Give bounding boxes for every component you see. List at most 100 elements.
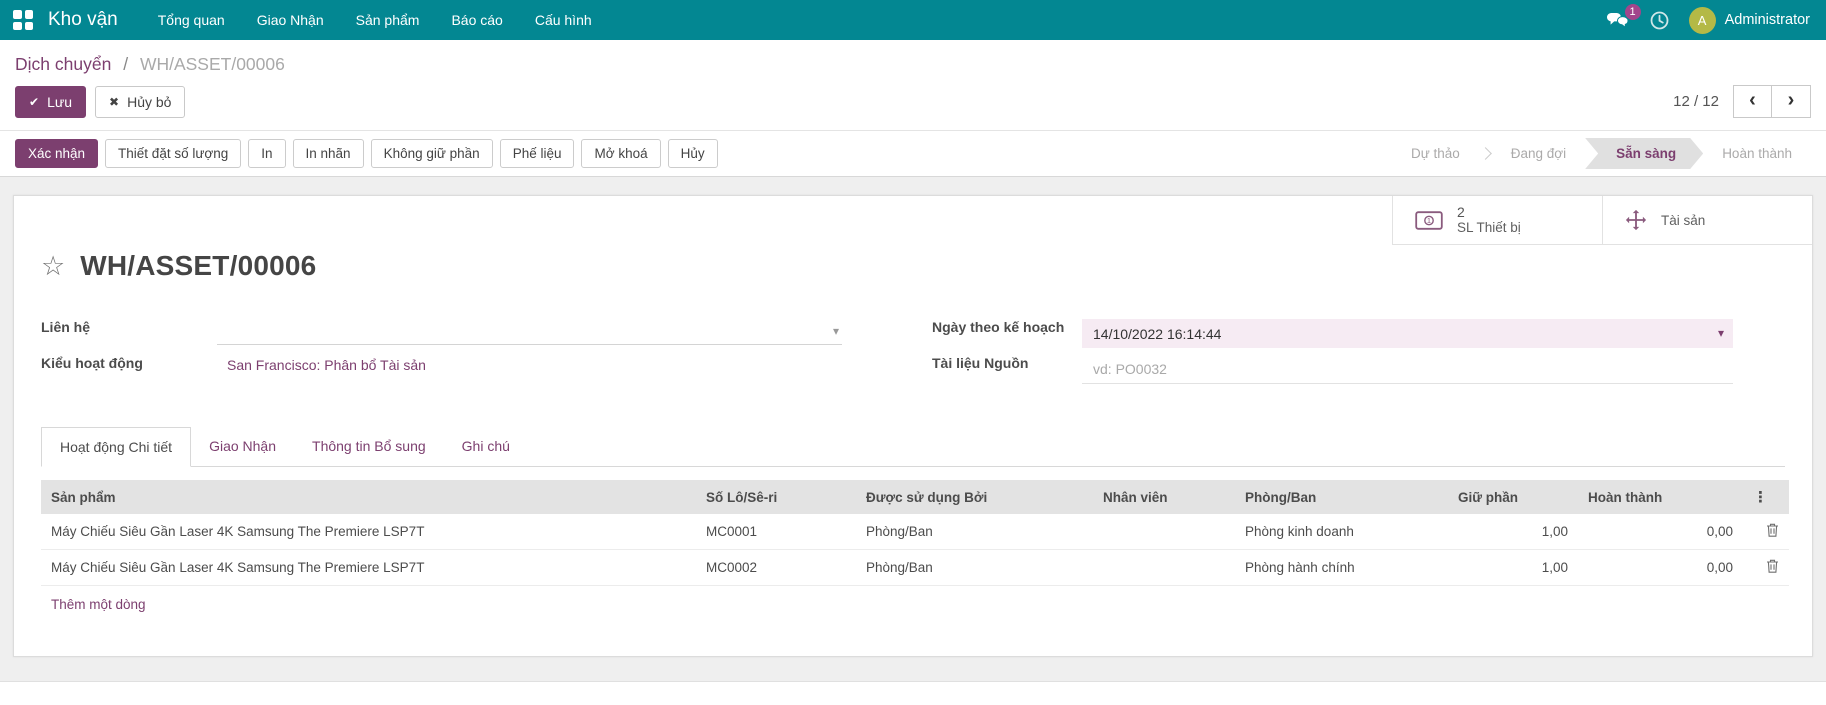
tab-transfers[interactable]: Giao Nhận bbox=[191, 427, 294, 467]
unreserve-button[interactable]: Không giữ phần bbox=[371, 139, 493, 168]
activities-button[interactable] bbox=[1650, 11, 1669, 30]
user-menu[interactable]: A Administrator bbox=[1689, 7, 1810, 34]
scheduled-date-input[interactable]: 14/10/2022 16:14:44 ▾ bbox=[1082, 319, 1733, 348]
cell-employee bbox=[1093, 514, 1235, 550]
menu-item-products[interactable]: Sản phẩm bbox=[340, 0, 436, 40]
source-document-placeholder: vd: PO0032 bbox=[1093, 361, 1167, 377]
menu-item-config[interactable]: Cấu hình bbox=[519, 0, 608, 40]
chevron-separator-icon bbox=[1479, 147, 1492, 160]
pager-previous-button[interactable]: ‹ bbox=[1733, 85, 1772, 118]
source-document-input[interactable]: vd: PO0032 bbox=[1082, 355, 1733, 384]
col-header-used-by[interactable]: Được sử dụng Bởi bbox=[856, 480, 1093, 514]
app-name[interactable]: Kho vận bbox=[48, 9, 118, 31]
state-done[interactable]: Hoàn thành bbox=[1703, 138, 1811, 169]
move-icon bbox=[1625, 209, 1647, 231]
operations-table: Sản phẩm Số Lô/Sê-ri Được sử dụng Bởi Nh… bbox=[41, 480, 1789, 623]
col-header-done[interactable]: Hoàn thành bbox=[1578, 480, 1743, 514]
form-view: 1 2 SL Thiết bị Tài sản ☆ WH/ASSET/00006 bbox=[0, 177, 1826, 657]
assets-smart-button[interactable]: Tài sản bbox=[1602, 196, 1812, 244]
add-a-line-link[interactable]: Thêm một dòng bbox=[41, 586, 1789, 624]
print-button[interactable]: In bbox=[248, 139, 285, 168]
money-icon: 1 bbox=[1415, 211, 1443, 230]
col-header-reserved[interactable]: Giữ phần bbox=[1448, 480, 1578, 514]
apps-menu-icon[interactable] bbox=[13, 10, 33, 30]
smart-button-label: Tài sản bbox=[1661, 213, 1705, 228]
state-ready[interactable]: Sẵn sàng bbox=[1585, 138, 1703, 169]
col-header-lot[interactable]: Số Lô/Sê-ri bbox=[696, 480, 856, 514]
state-draft[interactable]: Dự thảo bbox=[1392, 138, 1479, 169]
smart-button-value: 2 bbox=[1457, 204, 1521, 221]
table-row[interactable]: Máy Chiếu Siêu Gần Laser 4K Samsung The … bbox=[41, 550, 1789, 586]
print-labels-button[interactable]: In nhãn bbox=[293, 139, 364, 168]
caret-down-icon[interactable]: ▾ bbox=[1718, 326, 1724, 340]
col-header-employee[interactable]: Nhân viên bbox=[1093, 480, 1235, 514]
operation-type-value[interactable]: San Francisco: Phân bổ Tài sản bbox=[217, 355, 842, 373]
tab-additional-info[interactable]: Thông tin Bổ sung bbox=[294, 427, 444, 467]
clock-icon bbox=[1650, 11, 1669, 30]
breadcrumb: Dịch chuyển / WH/ASSET/00006 bbox=[15, 46, 1811, 85]
table-row[interactable]: Máy Chiếu Siêu Gần Laser 4K Samsung The … bbox=[41, 514, 1789, 550]
device-qty-smart-button[interactable]: 1 2 SL Thiết bị bbox=[1392, 196, 1602, 244]
cell-product: Máy Chiếu Siêu Gần Laser 4K Samsung The … bbox=[41, 514, 696, 550]
user-avatar: A bbox=[1689, 7, 1716, 34]
record-title: WH/ASSET/00006 bbox=[80, 250, 316, 282]
cell-department: Phòng hành chính bbox=[1235, 550, 1448, 586]
col-header-product[interactable]: Sản phẩm bbox=[41, 480, 696, 514]
discard-button[interactable]: ✖ Hủy bỏ bbox=[95, 86, 185, 118]
page-gap bbox=[0, 657, 1826, 681]
top-navbar: Kho vận Tổng quan Giao Nhận Sản phẩm Báo… bbox=[0, 0, 1826, 40]
cell-done: 0,00 bbox=[1578, 514, 1743, 550]
source-document-field-label: Tài liệu Nguồn bbox=[932, 350, 1082, 371]
tab-notes[interactable]: Ghi chú bbox=[444, 427, 528, 467]
close-icon: ✖ bbox=[109, 95, 119, 109]
control-panel: Dịch chuyển / WH/ASSET/00006 ✔ Lưu ✖ Hủy… bbox=[0, 40, 1826, 130]
state-waiting[interactable]: Đang đợi bbox=[1492, 138, 1585, 169]
breadcrumb-separator: / bbox=[123, 54, 128, 74]
delete-row-button[interactable] bbox=[1766, 559, 1779, 573]
status-pipeline: Dự thảo Đang đợi Sẵn sàng Hoàn thành bbox=[1392, 138, 1811, 169]
confirm-button[interactable]: Xác nhận bbox=[15, 139, 98, 168]
favorite-star-icon[interactable]: ☆ bbox=[41, 253, 65, 282]
partner-field-label: Liên hệ bbox=[41, 314, 217, 335]
cell-reserved: 1,00 bbox=[1448, 550, 1578, 586]
breadcrumb-current: WH/ASSET/00006 bbox=[140, 54, 285, 74]
optional-columns-button[interactable]: ⋮ bbox=[1743, 480, 1789, 514]
cell-employee bbox=[1093, 550, 1235, 586]
messages-button[interactable]: 1 bbox=[1606, 12, 1630, 29]
statusbar: Xác nhận Thiết đặt số lượng In In nhãn K… bbox=[0, 130, 1826, 177]
col-header-department[interactable]: Phòng/Ban bbox=[1235, 480, 1448, 514]
caret-down-icon[interactable]: ▾ bbox=[833, 324, 839, 338]
chatter-area bbox=[0, 681, 1826, 705]
delete-row-button[interactable] bbox=[1766, 523, 1779, 537]
pager-counter: 12 / 12 bbox=[1673, 93, 1719, 110]
dots-vertical-icon: ⋮ bbox=[1753, 489, 1768, 506]
scheduled-date-field-label: Ngày theo kế hoạch bbox=[932, 314, 1082, 335]
scrap-button[interactable]: Phế liệu bbox=[500, 139, 575, 168]
operation-type-field-label: Kiểu hoạt động bbox=[41, 350, 217, 371]
pager-next-button[interactable]: › bbox=[1772, 85, 1811, 118]
user-name: Administrator bbox=[1725, 12, 1810, 28]
menu-item-reporting[interactable]: Báo cáo bbox=[435, 0, 518, 40]
chevron-left-icon: ‹ bbox=[1749, 89, 1756, 112]
cell-done: 0,00 bbox=[1578, 550, 1743, 586]
cell-lot: MC0001 bbox=[696, 514, 856, 550]
smart-button-label: SL Thiết bị bbox=[1457, 220, 1521, 236]
form-sheet: 1 2 SL Thiết bị Tài sản ☆ WH/ASSET/00006 bbox=[13, 195, 1813, 657]
cell-reserved: 1,00 bbox=[1448, 514, 1578, 550]
partner-input[interactable]: ▾ bbox=[217, 319, 842, 345]
save-button[interactable]: ✔ Lưu bbox=[15, 86, 86, 118]
check-icon: ✔ bbox=[29, 95, 39, 109]
unlock-button[interactable]: Mở khoá bbox=[581, 139, 660, 168]
tab-detailed-operations[interactable]: Hoạt động Chi tiết bbox=[41, 427, 191, 467]
cell-department: Phòng kinh doanh bbox=[1235, 514, 1448, 550]
chevron-right-icon: › bbox=[1788, 89, 1795, 112]
set-quantities-button[interactable]: Thiết đặt số lượng bbox=[105, 139, 241, 168]
breadcrumb-parent-link[interactable]: Dịch chuyển bbox=[15, 54, 111, 74]
record-pager: 12 / 12 ‹ › bbox=[1673, 85, 1811, 118]
menu-item-transfers[interactable]: Giao Nhận bbox=[241, 0, 340, 40]
menu-item-overview[interactable]: Tổng quan bbox=[142, 0, 241, 40]
field-grid: Liên hệ ▾ Kiểu hoạt động San Francisco: … bbox=[41, 314, 1785, 386]
cell-used-by: Phòng/Ban bbox=[856, 514, 1093, 550]
cancel-button[interactable]: Hủy bbox=[668, 139, 718, 168]
cell-lot: MC0002 bbox=[696, 550, 856, 586]
